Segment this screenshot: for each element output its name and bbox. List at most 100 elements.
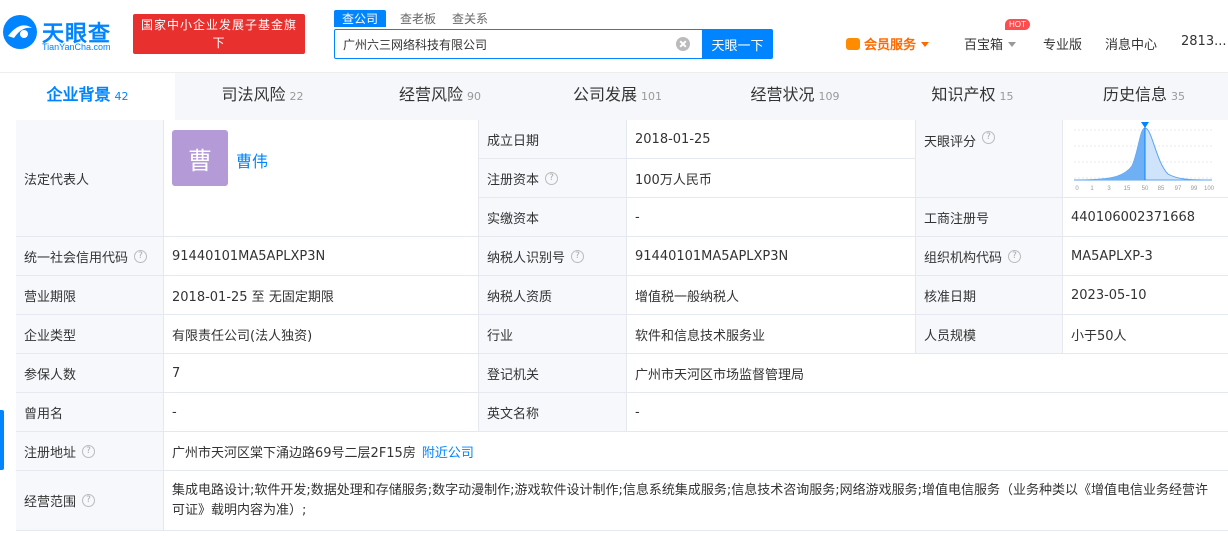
legal-rep-cell: 曹 曹伟	[164, 120, 479, 237]
approval-date-label: 核准日期	[916, 276, 1063, 315]
search-type-tabs: 查公司 查老板 查关系	[334, 10, 504, 28]
tab-count: 101	[641, 90, 662, 103]
score-axis-tick: 3	[1107, 186, 1111, 192]
side-handle[interactable]	[0, 410, 4, 470]
org-code-label: 组织机构代码	[924, 250, 1003, 266]
tab-count: 22	[289, 90, 304, 103]
score-axis-tick: 15	[1124, 186, 1131, 192]
approval-date-value: 2023-05-10	[1063, 276, 1228, 315]
user-account[interactable]: 2813...	[1181, 34, 1226, 54]
term-label: 营业期限	[16, 276, 164, 315]
gov-badge-line2: 官方备案企业征信机构	[148, 54, 289, 68]
tianyancha-logo[interactable]: 天眼查 TianYanCha.com	[2, 12, 126, 54]
type-label: 企业类型	[16, 315, 164, 354]
taxpayer-qual-label: 纳税人资质	[479, 276, 627, 315]
address-label: 注册地址	[24, 445, 77, 461]
tab-label: 公司发展	[572, 85, 637, 104]
vip-service-menu[interactable]: 会员服务	[846, 34, 930, 54]
industry-label: 行业	[479, 315, 627, 354]
credit-code-value: 91440101MA5APLXP3N	[164, 237, 479, 276]
taxpayer-id-value: 91440101MA5APLXP3N	[627, 237, 916, 276]
scope-label: 经营范围	[24, 495, 77, 510]
crown-icon	[846, 38, 860, 50]
org-code-label-cell: 组织机构代码?	[916, 237, 1063, 276]
help-icon[interactable]: ?	[545, 171, 559, 185]
tab-operating-risk[interactable]: 经营风险 90	[350, 73, 530, 120]
help-icon[interactable]: ?	[571, 249, 585, 263]
avatar: 曹	[172, 130, 228, 186]
paid-capital-value: -	[627, 198, 916, 237]
en-name-label: 英文名称	[479, 393, 627, 432]
help-icon[interactable]: ?	[982, 131, 996, 144]
tab-count: 90	[467, 90, 481, 103]
baobao-menu[interactable]: 百宝箱	[964, 34, 1017, 54]
help-icon[interactable]: ?	[82, 444, 96, 458]
tab-count: 42	[114, 90, 129, 103]
biz-reg-no-label: 工商注册号	[916, 198, 1063, 237]
tab-ip[interactable]: 知识产权 15	[885, 73, 1060, 120]
tab-judicial-risk[interactable]: 司法风险 22	[175, 73, 350, 120]
vip-label: 会员服务	[864, 38, 917, 53]
tab-label: 企业背景	[46, 85, 111, 104]
score-axis-tick: 0	[1075, 186, 1079, 192]
help-icon[interactable]: ?	[1008, 249, 1022, 263]
search-input[interactable]	[335, 30, 665, 58]
tab-history[interactable]: 历史信息 35	[1060, 73, 1228, 120]
address-label-cell: 注册地址?	[16, 432, 164, 471]
search-tab-company[interactable]: 查公司	[334, 10, 387, 27]
company-tabs: 企业背景 42 司法风险 22 经营风险 90 公司发展 101 经营状况 109 知识产…	[0, 72, 1228, 120]
nearby-companies-link[interactable]: 附近公司	[422, 442, 474, 461]
former-name-value: -	[164, 393, 479, 432]
credit-code-label-cell: 统一社会信用代码?	[16, 237, 164, 276]
search-tab-boss[interactable]: 查老板	[400, 10, 436, 27]
found-date-label: 成立日期	[479, 120, 627, 159]
reg-capital-label: 注册资本	[487, 172, 540, 188]
staff-label: 人员规模	[916, 315, 1063, 354]
tab-count: 15	[999, 90, 1014, 103]
en-name-value: -	[627, 393, 1228, 432]
search-button[interactable]: 天眼一下	[702, 29, 773, 59]
help-icon[interactable]: ?	[82, 494, 96, 507]
industry-value: 软件和信息技术服务业	[627, 315, 916, 354]
scope-value: 集成电路设计;软件开发;数据处理和存储服务;数字动漫制作;游戏软件设计制作;信息…	[164, 471, 1228, 531]
tab-label: 知识产权	[931, 85, 996, 104]
score-distribution-chart: 0 1 3 15 50 85 97 99 100	[1073, 122, 1215, 192]
search-tab-relation[interactable]: 查关系	[452, 10, 488, 27]
help-icon[interactable]: ?	[134, 249, 148, 263]
message-center-link[interactable]: 消息中心	[1105, 34, 1157, 54]
score-axis-tick: 50	[1142, 186, 1149, 192]
legal-rep-label: 法定代表人	[16, 120, 164, 237]
score-marker-icon	[1141, 122, 1149, 128]
taxpayer-id-label-cell: 纳税人识别号?	[479, 237, 627, 276]
type-value: 有限责任公司(法人独资)	[164, 315, 479, 354]
paid-capital-label: 实缴资本	[479, 198, 627, 237]
search-box	[334, 29, 703, 59]
score-axis-tick: 97	[1175, 186, 1182, 192]
taxpayer-id-label: 纳税人识别号	[487, 250, 566, 266]
reg-authority-label: 登记机关	[479, 354, 627, 393]
insured-value: 7	[164, 354, 479, 393]
tab-label: 经营风险	[398, 85, 463, 104]
score-axis-tick: 99	[1191, 186, 1198, 192]
tab-operating-status[interactable]: 经营状况 109	[705, 73, 885, 120]
org-code-value: MA5APLXP-3	[1063, 237, 1228, 276]
clear-icon[interactable]	[676, 37, 690, 51]
address-cell: 广州市天河区棠下涌边路69号二层2F15房 附近公司	[164, 432, 1228, 471]
score-axis-tick: 1	[1090, 186, 1094, 192]
tab-development[interactable]: 公司发展 101	[530, 73, 705, 120]
tab-background[interactable]: 企业背景 42	[0, 73, 175, 120]
gov-badge: 国家中小企业发展子基金旗下 官方备案企业征信机构	[133, 14, 305, 68]
chevron-down-icon	[921, 42, 930, 47]
pro-version-link[interactable]: 专业版	[1043, 34, 1082, 54]
legal-rep-name[interactable]: 曹伟	[236, 148, 268, 172]
hot-badge: HOT	[1005, 19, 1030, 30]
found-date-value: 2018-01-25	[627, 120, 916, 159]
chevron-down-icon	[1008, 42, 1017, 47]
score-axis-tick: 85	[1158, 186, 1165, 192]
score-axis-tick: 100	[1204, 186, 1215, 192]
term-value: 2018-01-25 至 无固定期限	[164, 276, 479, 315]
tab-label: 经营状况	[750, 85, 815, 104]
reg-capital-value: 100万人民币	[627, 159, 916, 198]
baobao-label: 百宝箱	[964, 38, 1004, 53]
reg-authority-value: 广州市天河区市场监督管理局	[627, 354, 1228, 393]
